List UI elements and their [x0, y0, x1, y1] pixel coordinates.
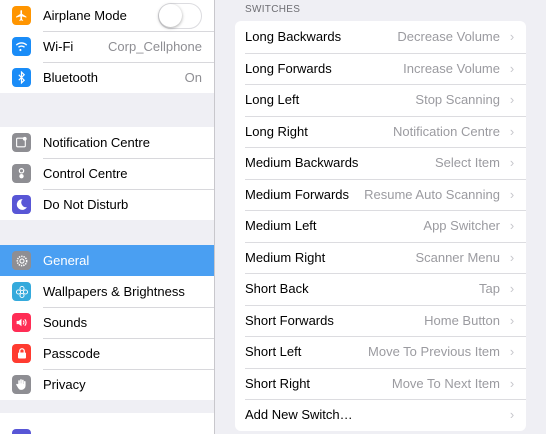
sidebar-item-label: Privacy: [43, 377, 86, 392]
settings-sidebar: Airplane Mode Wi-Fi Corp_Cellphone Bluetoot…: [0, 0, 215, 434]
sidebar-item-do-not-disturb[interactable]: Do Not Disturb: [0, 189, 214, 220]
chevron-right-icon: ›: [509, 29, 515, 45]
airplane-mode-toggle[interactable]: [158, 2, 202, 29]
switch-row[interactable]: Short Forwards Home Button ›: [235, 304, 526, 337]
switch-label: Medium Backwards: [245, 155, 359, 171]
section-header: SWITCHES: [245, 4, 301, 15]
switch-action-value: Notification Centre: [393, 123, 500, 139]
switch-action-value: Decrease Volume: [397, 29, 500, 45]
sidebar-item-airplane-mode[interactable]: Airplane Mode: [0, 0, 214, 31]
sidebar-item-general[interactable]: General: [0, 245, 214, 276]
switch-label: Add New Switch…: [245, 407, 353, 423]
sidebar-item-label: Wallpapers & Brightness: [43, 284, 185, 299]
sidebar-group-connectivity: Airplane Mode Wi-Fi Corp_Cellphone Bluetoot…: [0, 0, 214, 93]
sidebar-item-label: Do Not Disturb: [43, 197, 129, 212]
switch-row[interactable]: Medium Left App Switcher ›: [235, 210, 526, 242]
switch-action-value: Tap: [479, 281, 500, 297]
sidebar-item-label: Wi-Fi: [43, 39, 74, 54]
switch-action-value: Resume Auto Scanning: [364, 186, 500, 202]
switch-label: Medium Forwards: [245, 186, 350, 202]
switch-action-value: Move To Previous Item: [368, 344, 500, 360]
sidebar-item-passcode[interactable]: Passcode: [0, 338, 214, 369]
chevron-right-icon: ›: [509, 60, 515, 76]
wifi-icon: [12, 37, 31, 56]
sidebar-item-label: General: [43, 253, 90, 268]
toggle-knob: [159, 3, 182, 27]
sidebar-group-notifications: Notification Centre Control Centre Do Not …: [0, 127, 214, 220]
switch-row[interactable]: Medium Right Scanner Menu ›: [235, 241, 526, 274]
switch-label: Long Backwards: [245, 29, 342, 45]
sidebar-item-label: Airplane Mode: [43, 8, 127, 23]
switch-action-value: Increase Volume: [403, 60, 500, 76]
hand-icon: [12, 375, 31, 394]
speaker-icon: [12, 313, 31, 332]
sidebar-item-label: Bluetooth: [43, 70, 98, 85]
chevron-right-icon: ›: [509, 281, 515, 297]
switch-label: Medium Right: [245, 249, 326, 265]
chevron-right-icon: ›: [509, 155, 515, 171]
sidebar-item-label: Sounds: [43, 315, 88, 330]
add-new-switch-row[interactable]: Add New Switch… ›: [235, 399, 526, 431]
sidebar-group-general: General Wallpapers & Brightness Sounds Pass…: [0, 245, 214, 400]
switch-row[interactable]: Long Left Stop Scanning ›: [235, 84, 526, 116]
gear-icon: [12, 251, 31, 270]
switch-row[interactable]: Medium Backwards Select Item ›: [235, 147, 526, 179]
sidebar-item-bluetooth[interactable]: Bluetooth On: [0, 62, 214, 93]
sidebar-item-sounds[interactable]: Sounds: [0, 307, 214, 338]
chevron-right-icon: ›: [509, 407, 515, 423]
switch-label: Short Right: [245, 375, 311, 391]
notification-centre-icon: [12, 133, 31, 152]
switch-label: Short Back: [245, 281, 309, 297]
chevron-right-icon: ›: [509, 92, 515, 108]
switch-row[interactable]: Medium Forwards Resume Auto Scanning ›: [235, 178, 526, 211]
switch-row[interactable]: Short Left Move To Previous Item ›: [235, 336, 526, 368]
switch-action-value: Scanner Menu: [415, 249, 500, 265]
switch-label: Long Left: [245, 92, 300, 108]
airplane-icon: [12, 6, 31, 25]
switches-list: Long Backwards Decrease Volume › Long Forwa…: [235, 21, 526, 431]
switch-row[interactable]: Long Backwards Decrease Volume ›: [235, 21, 526, 53]
switch-action-value: App Switcher: [423, 218, 500, 234]
switch-label: Short Forwards: [245, 312, 334, 328]
switch-label: Short Left: [245, 344, 302, 360]
sidebar-item-label: Notification Centre: [43, 135, 150, 150]
chevron-right-icon: ›: [509, 344, 515, 360]
sidebar-item-control-centre[interactable]: Control Centre: [0, 158, 214, 189]
sidebar-item-wi-fi[interactable]: Wi-Fi Corp_Cellphone: [0, 31, 214, 62]
switch-action-value: Stop Scanning: [415, 92, 500, 108]
switch-row[interactable]: Short Back Tap ›: [235, 273, 526, 305]
sidebar-item-value: Corp_Cellphone: [108, 39, 202, 54]
moon-icon: [12, 195, 31, 214]
partial-row-icon: [12, 429, 31, 434]
sidebar-group-next: [0, 413, 214, 434]
bluetooth-icon: [12, 68, 31, 87]
chevron-right-icon: ›: [509, 123, 515, 139]
chevron-right-icon: ›: [509, 375, 515, 391]
switch-action-value: Move To Next Item: [391, 375, 500, 391]
chevron-right-icon: ›: [509, 218, 515, 234]
switch-action-value: Home Button: [424, 312, 500, 328]
sidebar-item-label: Control Centre: [43, 166, 128, 181]
wallpaper-icon: [12, 282, 31, 301]
switch-row[interactable]: Long Forwards Increase Volume ›: [235, 52, 526, 85]
chevron-right-icon: ›: [509, 312, 515, 328]
chevron-right-icon: ›: [509, 249, 515, 265]
chevron-right-icon: ›: [509, 186, 515, 202]
switch-label: Medium Left: [245, 218, 317, 234]
sidebar-item-label: Passcode: [43, 346, 101, 361]
switch-label: Long Right: [245, 123, 308, 139]
switch-row[interactable]: Short Right Move To Next Item ›: [235, 367, 526, 400]
sidebar-item-wallpapers-brightness[interactable]: Wallpapers & Brightness: [0, 276, 214, 307]
switch-action-value: Select Item: [434, 155, 500, 171]
sidebar-item-value: On: [184, 70, 202, 85]
switch-label: Long Forwards: [245, 60, 332, 76]
control-centre-icon: [12, 164, 31, 183]
switches-panel: SWITCHES Long Backwards Decrease Volume › L…: [215, 0, 546, 434]
lock-icon: [12, 344, 31, 363]
sidebar-item-notification-centre[interactable]: Notification Centre: [0, 127, 214, 158]
switch-row[interactable]: Long Right Notification Centre ›: [235, 115, 526, 148]
sidebar-item-privacy[interactable]: Privacy: [0, 369, 214, 400]
